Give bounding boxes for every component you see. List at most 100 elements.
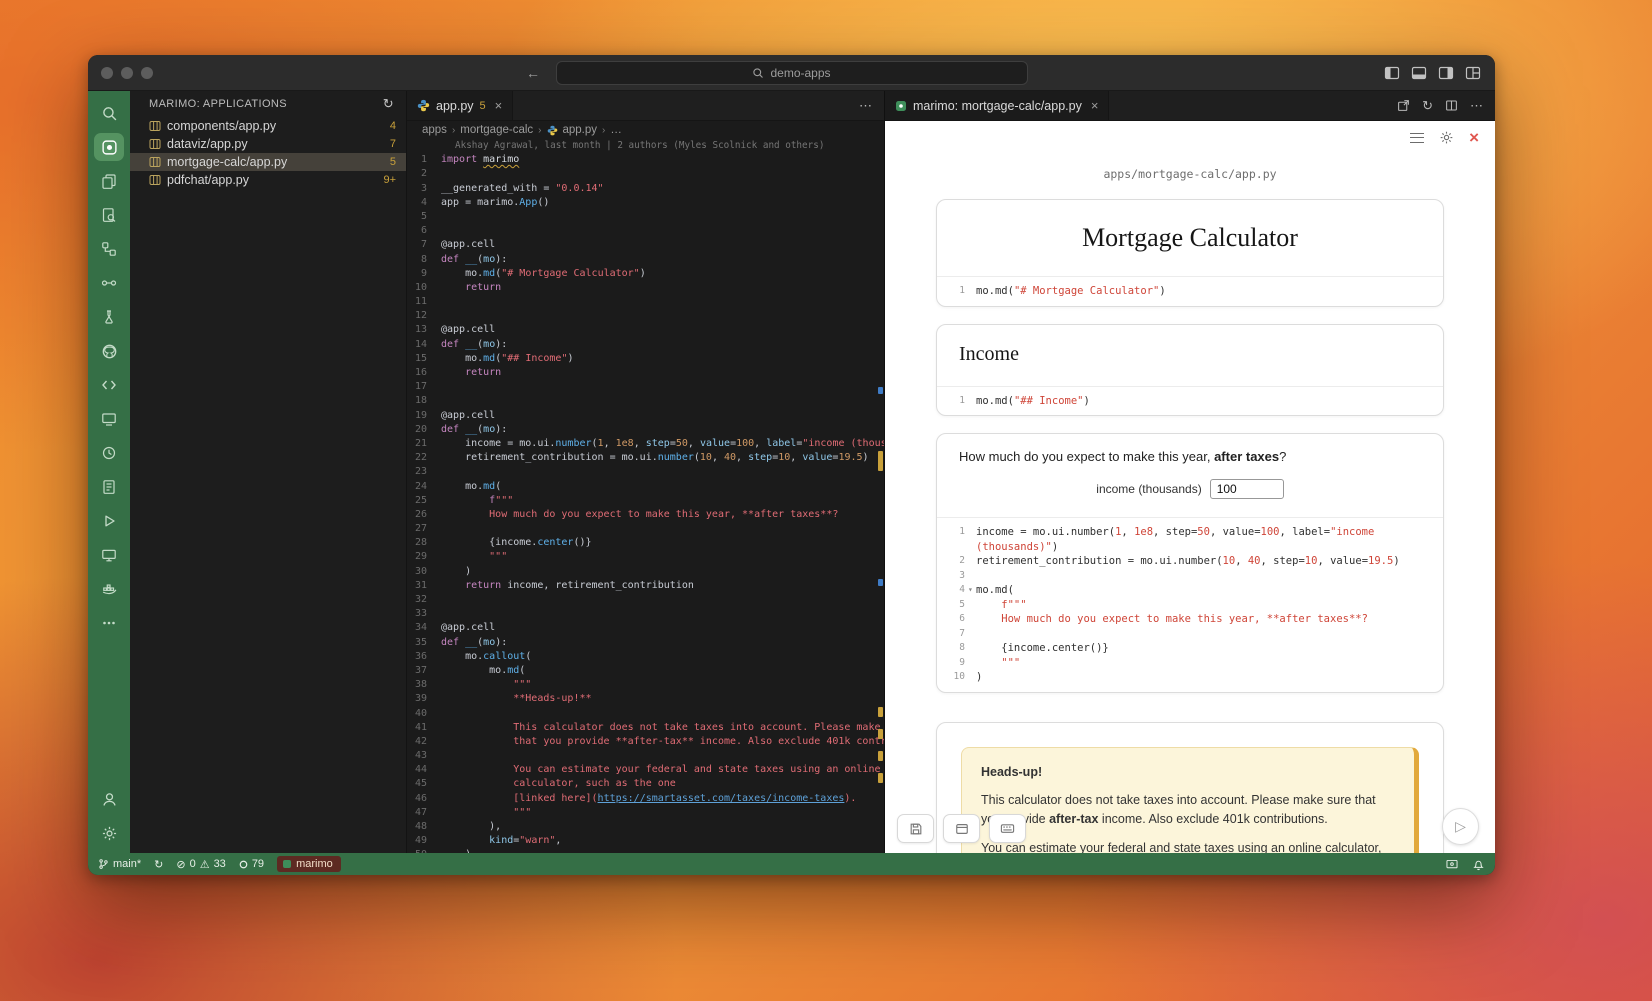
sidebar-item[interactable]: components/app.py4: [130, 117, 406, 135]
more-icon[interactable]: [94, 609, 124, 637]
problems-status[interactable]: ⊘0 ⚠33: [176, 858, 225, 871]
minimize-window-button[interactable]: [121, 67, 133, 79]
settings-gear-icon[interactable]: [94, 819, 124, 847]
breadcrumb-folder[interactable]: mortgage-calc: [460, 124, 533, 136]
beaker-icon[interactable]: [94, 303, 124, 331]
docker-icon[interactable]: [94, 575, 124, 603]
warning-icon: ⚠: [200, 858, 210, 871]
more-actions-icon[interactable]: ⋯: [859, 98, 872, 114]
command-center-search[interactable]: demo-apps: [556, 61, 1028, 85]
toggle-sidebar-icon[interactable]: [1384, 65, 1400, 81]
account-icon[interactable]: [94, 785, 124, 813]
editor-group: app.py 5 × ⋯ apps› mortgage-calc› app.py…: [407, 91, 885, 853]
github-icon[interactable]: [94, 337, 124, 365]
devices-icon[interactable]: [94, 541, 124, 569]
callout-paragraph: You can estimate your federal and state …: [981, 839, 1395, 853]
code-line: 34@app.cell: [407, 621, 884, 635]
python-icon: [547, 125, 558, 136]
more-actions-icon[interactable]: ⋯: [1470, 98, 1483, 114]
zoom-window-button[interactable]: [141, 67, 153, 79]
panel-button[interactable]: [943, 814, 980, 843]
run-cell-button[interactable]: ▷: [1442, 808, 1479, 845]
bell-icon[interactable]: [1472, 858, 1485, 871]
keyboard-shortcuts-button[interactable]: [989, 814, 1026, 843]
screencast-icon[interactable]: [1445, 858, 1459, 871]
sidebar: MARIMO: APPLICATIONS ↻ components/app.py…: [130, 91, 407, 853]
tab-label: app.py: [436, 99, 474, 113]
code-line: 11: [407, 295, 884, 309]
close-tab-icon[interactable]: ×: [495, 98, 503, 113]
code-line: 1income = mo.ui.number(1, 1e8, step=50, …: [947, 525, 1433, 540]
code-line: 46 [linked here](https://smartasset.com/…: [407, 792, 884, 806]
tab-marimo-preview[interactable]: marimo: mortgage-calc/app.py ×: [885, 91, 1109, 120]
code-brackets-icon[interactable]: [94, 371, 124, 399]
income-number-input[interactable]: [1210, 479, 1284, 499]
webview-actions: ×: [1410, 129, 1479, 146]
sync-icon: ↻: [154, 858, 163, 871]
code-line: 29 """: [407, 550, 884, 564]
fold-chevron-icon[interactable]: ▾: [968, 583, 976, 598]
code-line: 8 {income.center()}: [947, 641, 1433, 656]
symbols-icon[interactable]: [94, 235, 124, 263]
code-line: 38 """: [407, 678, 884, 692]
sidebar-item[interactable]: mortgage-calc/app.py5: [130, 153, 406, 171]
cell-number-code[interactable]: 1income = mo.ui.number(1, 1e8, step=50, …: [937, 517, 1443, 692]
search-icon[interactable]: [94, 99, 124, 127]
window-controls: [88, 67, 153, 79]
files-icon[interactable]: [94, 167, 124, 195]
code-line: 2retirement_contribution = mo.ui.number(…: [947, 554, 1433, 569]
tab-app-py[interactable]: app.py 5 ×: [407, 91, 513, 120]
file-label: pdfchat/app.py: [167, 173, 249, 187]
code-line: 6 How much do you expect to make this ye…: [947, 612, 1433, 627]
code-line: 47 """: [407, 806, 884, 820]
breadcrumb-apps[interactable]: apps: [422, 124, 447, 136]
open-external-icon[interactable]: [1397, 99, 1410, 112]
remote-window-icon[interactable]: [94, 405, 124, 433]
markdown-h2: Income: [959, 343, 1421, 366]
code-line: 41 This calculator does not take taxes i…: [407, 721, 884, 735]
marimo-webview: × apps/mortgage-calc/app.py Mortgage Cal…: [885, 121, 1495, 853]
close-tab-icon[interactable]: ×: [1091, 98, 1099, 113]
breadcrumb-file[interactable]: app.py: [563, 124, 598, 136]
code-line: 1import marimo: [407, 153, 884, 167]
close-window-button[interactable]: [101, 67, 113, 79]
settings-gear-icon[interactable]: [1439, 130, 1454, 145]
history-icon[interactable]: [94, 439, 124, 467]
pipeline-icon[interactable]: [94, 269, 124, 297]
git-branch-status[interactable]: main*: [98, 858, 141, 870]
toggle-secondary-sidebar-icon[interactable]: [1438, 65, 1454, 81]
back-icon[interactable]: ←: [526, 65, 540, 81]
marimo-status-badge[interactable]: marimo: [277, 856, 341, 872]
marimo-logo-icon: [283, 860, 291, 868]
code-line: 17: [407, 380, 884, 394]
code-line: 28 {income.center()}: [407, 536, 884, 550]
preview-actions: ↻ ⋯: [1397, 91, 1495, 120]
port-status[interactable]: 79: [239, 858, 264, 870]
notebook-icon[interactable]: [94, 473, 124, 501]
save-button[interactable]: [897, 814, 934, 843]
refresh-icon[interactable]: ↻: [383, 96, 394, 112]
customize-layout-icon[interactable]: [1465, 65, 1481, 81]
toggle-panel-icon[interactable]: [1411, 65, 1427, 81]
menu-icon[interactable]: [1410, 133, 1424, 143]
code-line: 4▾mo.md(: [947, 583, 1433, 598]
reload-icon[interactable]: ↻: [1422, 98, 1433, 114]
code-line: 36 mo.callout(: [407, 650, 884, 664]
run-icon[interactable]: [94, 507, 124, 535]
split-editor-icon[interactable]: [1445, 99, 1458, 112]
cell-title-code[interactable]: 1mo.md("# Mortgage Calculator"): [937, 276, 1443, 306]
cell-income-code[interactable]: 1mo.md("## Income"): [937, 386, 1443, 416]
shutdown-icon[interactable]: ×: [1469, 129, 1479, 146]
python-icon: [417, 99, 430, 112]
sync-status[interactable]: ↻: [154, 858, 163, 871]
code-line: 10 return: [407, 281, 884, 295]
code-editor[interactable]: Akshay Agrawal, last month | 2 authors (…: [407, 139, 884, 853]
sidebar-item[interactable]: pdfchat/app.py9+: [130, 171, 406, 189]
file-search-icon[interactable]: [94, 201, 124, 229]
gitlens-blame[interactable]: Akshay Agrawal, last month | 2 authors (…: [407, 139, 884, 153]
marimo-icon[interactable]: [94, 133, 124, 161]
sidebar-item[interactable]: dataviz/app.py7: [130, 135, 406, 153]
breadcrumb-symbol[interactable]: …: [610, 124, 622, 136]
code-line: 7@app.cell: [407, 238, 884, 252]
cell-number: How much do you expect to make this year…: [936, 433, 1444, 693]
